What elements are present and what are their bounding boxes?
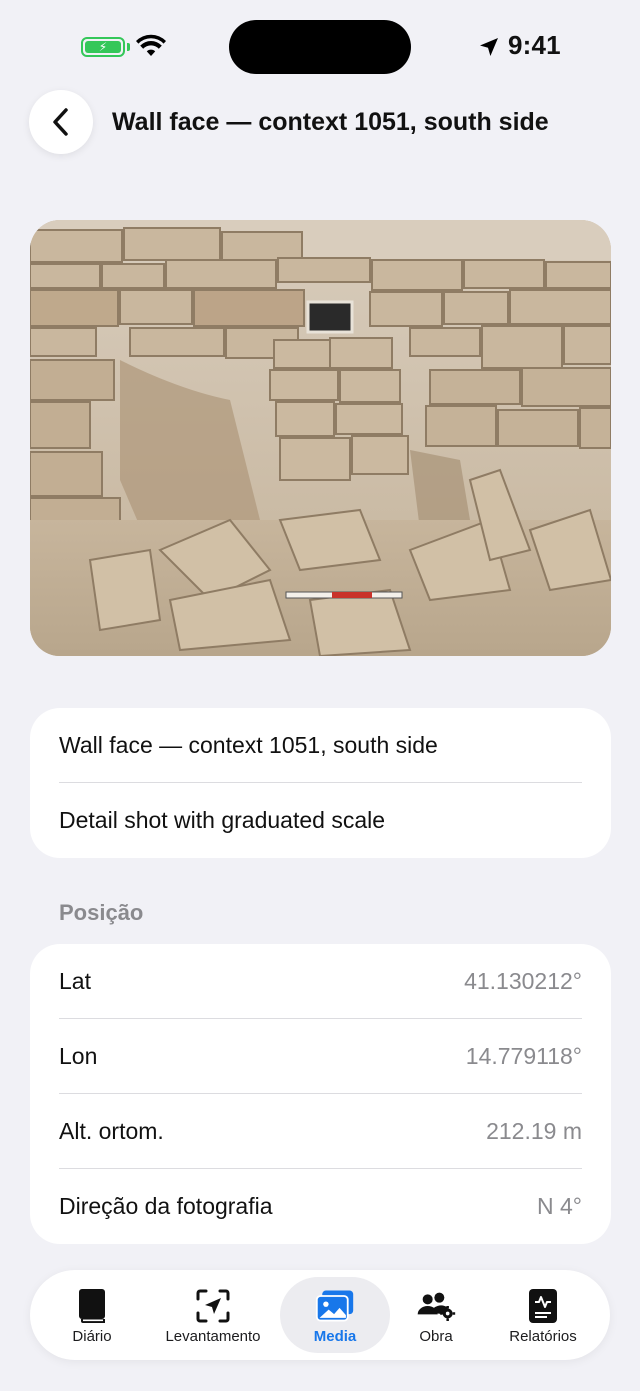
- position-card: Lat 41.130212° Lon 14.779118° Alt. ortom…: [30, 944, 611, 1244]
- tab-label: Relatórios: [509, 1327, 577, 1345]
- back-button[interactable]: [29, 90, 93, 154]
- battery-charging-icon: ⚡: [81, 37, 125, 57]
- dynamic-island: [229, 20, 411, 74]
- row-value: 212.19 m: [486, 1118, 582, 1144]
- row-value: 41.130212°: [464, 968, 582, 994]
- wifi-icon: [136, 34, 166, 56]
- people-gear-icon: [416, 1286, 456, 1326]
- row-label: Direção da fotografia: [59, 1193, 273, 1219]
- tab-media[interactable]: Media: [280, 1270, 390, 1360]
- tab-label: Media: [313, 1327, 357, 1345]
- status-bar: ⚡ 9:41: [0, 0, 640, 96]
- photos-icon: [315, 1286, 355, 1326]
- tab-relatorios[interactable]: Relatórios: [488, 1270, 598, 1360]
- page-title: Wall face — context 1051, south side: [112, 108, 549, 136]
- position-row-altitude: Alt. ortom. 212.19 m: [59, 1094, 582, 1169]
- row-label: Lat: [59, 968, 91, 994]
- tab-label: Diário: [72, 1327, 112, 1345]
- book-icon: [72, 1286, 112, 1326]
- row-value: 14.779118°: [465, 1043, 582, 1069]
- position-row-lon: Lon 14.779118°: [59, 1019, 582, 1094]
- caption-title-row[interactable]: Wall face — context 1051, south side: [59, 708, 582, 783]
- tab-label: Levantamento: [165, 1327, 261, 1345]
- tab-levantamento[interactable]: Levantamento: [158, 1270, 268, 1360]
- row-label: Alt. ortom.: [59, 1118, 164, 1144]
- chevron-left-icon: [53, 108, 68, 136]
- section-header-position: Posição: [59, 900, 144, 925]
- location-arrow-icon: [480, 38, 498, 56]
- tab-diario[interactable]: Diário: [37, 1270, 147, 1360]
- tab-bar: Diário Levantamento Media Obra Relatório…: [30, 1270, 610, 1360]
- row-value: N 4°: [537, 1193, 582, 1219]
- scan-location-icon: [193, 1286, 233, 1326]
- status-time: 9:41: [508, 30, 561, 60]
- caption-description: Detail shot with graduated scale: [59, 807, 386, 833]
- report-icon: [523, 1286, 563, 1326]
- stone-wall-excavation-photo[interactable]: [30, 220, 611, 656]
- row-label: Lon: [59, 1043, 98, 1069]
- position-row-lat: Lat 41.130212°: [59, 944, 582, 1019]
- caption-card: Wall face — context 1051, south side Det…: [30, 708, 611, 858]
- battery-tip: [127, 43, 130, 51]
- position-row-direction: Direção da fotografia N 4°: [59, 1169, 582, 1244]
- tab-obra[interactable]: Obra: [381, 1270, 491, 1360]
- tab-label: Obra: [419, 1327, 453, 1345]
- caption-description-row[interactable]: Detail shot with graduated scale: [59, 783, 582, 858]
- caption-title: Wall face — context 1051, south side: [59, 732, 438, 758]
